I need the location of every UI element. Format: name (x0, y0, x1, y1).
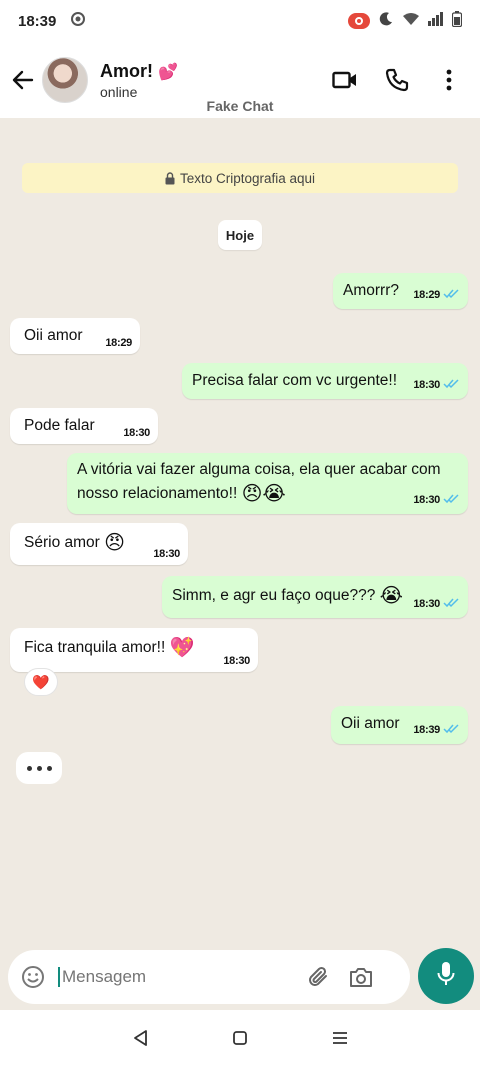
emoji: 💖 (169, 637, 195, 659)
message-text: Pode falar (24, 417, 95, 434)
more-vert-icon[interactable] (434, 65, 464, 95)
avatar[interactable] (42, 57, 88, 103)
message-text: Amorrr? (343, 282, 399, 299)
contact-name: Amor! 💕 (100, 60, 178, 81)
app-label: Fake Chat (206, 98, 274, 114)
signal-icon (428, 12, 444, 30)
phone-icon[interactable] (382, 65, 412, 95)
message-time: 18:39 (413, 724, 440, 736)
message-bubble-outgoing[interactable]: A vitória vai fazer alguma coisa, ela qu… (67, 453, 468, 514)
camera-icon[interactable] (346, 962, 376, 992)
chat-area[interactable]: Texto Criptografia aqui Hoje Amorrr? 18:… (0, 118, 480, 948)
lock-icon (165, 171, 175, 185)
message-bubble-outgoing[interactable]: Precisa falar com vc urgente!! 18:30 (182, 363, 468, 399)
read-ticks-icon (443, 595, 460, 613)
message-time: 18:30 (413, 494, 440, 506)
message-bubble-incoming[interactable]: Sério amor 😠 18:30 (10, 523, 188, 565)
mic-icon (437, 961, 455, 992)
moon-icon (378, 11, 394, 31)
video-call-icon[interactable] (330, 65, 360, 95)
attach-icon[interactable] (304, 962, 334, 992)
message-bubble-outgoing[interactable]: Oii amor 18:39 (331, 706, 468, 744)
message-composer (8, 950, 410, 1004)
message-text: A vitória vai fazer alguma coisa, ela qu… (77, 461, 441, 505)
status-time: 18:39 (18, 12, 57, 30)
message-text: Simm, e agr eu faço oque??? 😭 (172, 585, 404, 607)
emoji: 😠 (104, 532, 125, 554)
mic-button[interactable] (418, 948, 474, 1004)
message-bubble-outgoing[interactable]: Simm, e agr eu faço oque??? 😭 18:30 (162, 576, 468, 618)
message-text: Oii amor (24, 327, 83, 344)
wifi-icon (402, 12, 420, 30)
message-time: 18:30 (413, 379, 440, 391)
message-text: Sério amor 😠 (24, 532, 125, 554)
emoji: 😠😭 (241, 483, 286, 505)
message-time: 18:30 (153, 548, 180, 560)
read-ticks-icon (443, 491, 460, 509)
message-time: 18:29 (105, 337, 132, 349)
emoji-icon[interactable] (20, 964, 46, 990)
message-bubble-incoming[interactable]: Fica tranquila amor!! 💖 18:30 (10, 628, 258, 672)
battery-icon (451, 11, 463, 31)
read-ticks-icon (443, 286, 460, 304)
settings-icon (70, 11, 86, 31)
back-arrow-icon[interactable] (4, 60, 42, 100)
heart-emoji: ❤️ (32, 673, 50, 690)
emoji: 😭 (379, 585, 404, 607)
message-time: 18:30 (223, 655, 250, 667)
read-ticks-icon (443, 721, 460, 739)
heart-emoji: 💕 (158, 63, 178, 81)
message-text: Fica tranquila amor!! 💖 (24, 637, 195, 659)
message-bubble-incoming[interactable]: Oii amor 18:29 (10, 318, 140, 354)
read-ticks-icon (443, 376, 460, 394)
record-icon (348, 13, 370, 29)
message-time: 18:29 (413, 289, 440, 301)
encryption-notice[interactable]: Texto Criptografia aqui (22, 163, 458, 193)
nav-home-icon[interactable] (225, 1023, 255, 1053)
typing-indicator (16, 752, 62, 784)
message-time: 18:30 (123, 427, 150, 439)
date-divider: Hoje (218, 220, 262, 250)
system-nav-bar (0, 1010, 480, 1066)
message-text: Oii amor (341, 715, 400, 732)
message-bubble-outgoing[interactable]: Amorrr? 18:29 (333, 273, 468, 309)
contact-info[interactable]: Amor! 💕 online (100, 61, 178, 100)
message-time: 18:30 (413, 598, 440, 610)
nav-recents-icon[interactable] (325, 1023, 355, 1053)
nav-back-icon[interactable] (125, 1023, 155, 1053)
message-input[interactable] (58, 967, 288, 987)
message-bubble-incoming[interactable]: Pode falar 18:30 (10, 408, 158, 444)
status-bar: 18:39 (0, 0, 480, 42)
message-text: Precisa falar com vc urgente!! (192, 372, 398, 389)
reaction-badge[interactable]: ❤️ (24, 668, 58, 696)
input-bar (0, 948, 480, 1010)
